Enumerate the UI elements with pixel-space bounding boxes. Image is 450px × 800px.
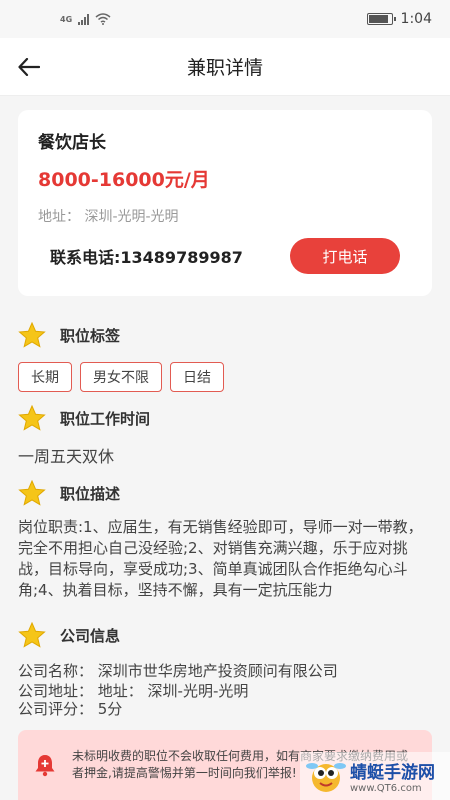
tag-item: 男女不限 [80,362,162,392]
battery-icon [366,13,396,25]
tag-item: 日结 [170,362,224,392]
star-icon [18,480,46,506]
signal-icon [78,13,90,25]
nav-bar: 兼职详情 [0,38,450,96]
dragonfly-logo-icon [306,763,346,792]
watermark-url: www.QT6.com [350,783,422,794]
section-title: 职位标签 [60,326,121,345]
phone-row: 联系电话:13489789987 打电话 [50,238,400,274]
star-icon [18,405,46,431]
page-title: 兼职详情 [186,57,263,79]
job-title: 餐饮店长 [38,133,106,153]
star-icon [18,622,46,648]
network-type: 4G [60,14,73,24]
status-time: 1:04 [400,11,432,27]
section-title: 职位工作时间 [60,409,151,428]
star-icon [18,322,46,348]
section-company-header: 公司信息 [18,622,120,648]
back-button[interactable] [14,52,44,82]
tag-item: 长期 [18,362,72,392]
tag-list: 长期 男女不限 日结 [18,362,224,392]
bell-icon [35,755,55,777]
wifi-icon [95,13,111,25]
watermark-name: 蜻蜓手游网 [350,763,435,783]
status-right: 1:04 [366,11,432,27]
watermark: 蜻蜓手游网 www.QT6.com [300,752,450,800]
arrow-left-icon [18,58,40,76]
status-bar: 4G 1:04 [0,0,450,38]
contact-phone: 联系电话:13489789987 [50,248,243,267]
company-name: 公司名称： 深圳市世华房地产投资顾问有限公司 [18,662,338,680]
section-time-header: 职位工作时间 [18,405,150,431]
section-desc-header: 职位描述 [18,480,120,506]
job-description: 岗位职责:1、应届生，有无销售经验即可，导师一对一带教，完全不用担心自己没经验;… [18,518,423,599]
company-rating: 公司评分： 5分 [18,700,123,718]
section-tags-header: 职位标签 [18,322,120,348]
section-title: 职位描述 [60,484,121,503]
work-time-value: 一周五天双休 [18,447,115,466]
call-button[interactable]: 打电话 [290,238,400,274]
watermark-text: 蜻蜓手游网 www.QT6.com [350,758,435,794]
job-salary: 8000-16000元/月 [38,169,210,191]
section-title: 公司信息 [60,626,121,645]
job-address: 地址： 深圳-光明-光明 [38,209,179,225]
status-left: 4G [60,13,111,25]
